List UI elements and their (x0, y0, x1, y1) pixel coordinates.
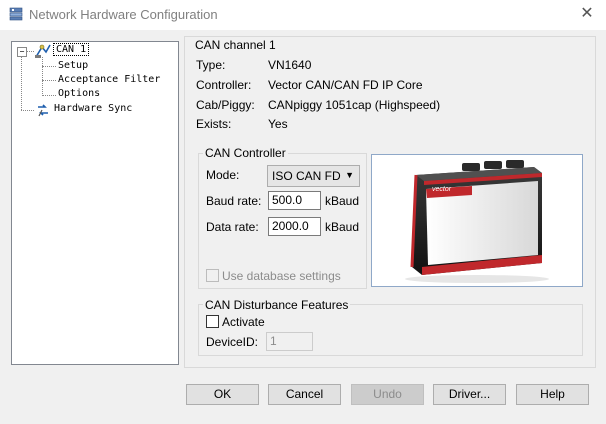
driver-button[interactable]: Driver... (433, 384, 506, 405)
type-value: VN1640 (268, 58, 312, 72)
activate-label: Activate (222, 315, 265, 329)
use-database-label: Use database settings (222, 269, 341, 283)
baud-rate-label: Baud rate: (206, 194, 262, 208)
help-button[interactable]: Help (516, 384, 589, 405)
disturbance-title: CAN Disturbance Features (203, 298, 351, 312)
baud-rate-unit: kBaud (325, 194, 360, 208)
type-label: Type: (196, 58, 226, 72)
mode-select-value: ISO CAN FD (272, 169, 341, 183)
tree-item-options[interactable]: Options (58, 88, 100, 99)
tree-connector (42, 66, 56, 67)
tree-connector (21, 110, 34, 111)
tree-connector (42, 80, 56, 81)
window-title: Network Hardware Configuration (29, 7, 218, 22)
controller-value: Vector CAN/CAN FD IP Core (268, 78, 423, 92)
title-bar: Network Hardware Configuration ✕ (0, 0, 606, 30)
can-controller-title: CAN Controller (203, 146, 288, 160)
mode-label: Mode: (206, 168, 240, 182)
data-rate-label: Data rate: (206, 220, 259, 234)
mode-select[interactable]: ISO CAN FD ▼ (267, 165, 360, 187)
chevron-down-icon: ▼ (345, 170, 354, 180)
sync-icon (38, 104, 48, 117)
exists-label: Exists: (196, 117, 232, 131)
activate-checkbox[interactable] (206, 315, 219, 328)
cab-piggy-label: Cab/Piggy: (196, 98, 255, 112)
vn1640-device-icon (405, 160, 549, 283)
close-icon[interactable]: ✕ (574, 3, 600, 25)
undo-button[interactable]: Undo (351, 384, 424, 405)
controller-label: Controller: (196, 78, 252, 92)
data-rate-unit: kBaud (325, 220, 360, 234)
dialog-window: Network Hardware Configuration ✕ − CAN 1… (0, 0, 606, 424)
collapse-toggle[interactable]: − (17, 47, 27, 57)
cancel-button[interactable]: Cancel (268, 384, 341, 405)
tree-connector (42, 57, 43, 96)
baud-rate-input[interactable]: 500.0 (268, 191, 321, 210)
data-rate-input[interactable]: 2000.0 (268, 217, 321, 236)
tree-item-can1[interactable]: CAN 1 (52, 43, 90, 56)
use-database-checkbox[interactable] (206, 269, 219, 282)
device-id-input[interactable]: 1 (266, 332, 313, 351)
device-id-label: DeviceID: (206, 335, 259, 349)
tree-connector (26, 51, 34, 52)
can-channel-icon (35, 44, 51, 58)
network-hardware-icon (9, 7, 23, 21)
device-brand-label: vector (432, 186, 452, 193)
channel-tree[interactable]: − CAN 1 Setup Acceptance Filter Options … (11, 41, 179, 365)
tree-item-label: CAN 1 (52, 43, 90, 56)
tree-item-setup[interactable]: Setup (58, 60, 88, 71)
cab-piggy-value: CANpiggy 1051cap (Highspeed) (268, 98, 441, 112)
channel-group-title: CAN channel 1 (193, 38, 278, 52)
tree-item-acceptance-filter[interactable]: Acceptance Filter (58, 74, 160, 85)
tree-connector (21, 56, 22, 110)
tree-connector (42, 95, 56, 96)
ok-button[interactable]: OK (186, 384, 259, 405)
tree-item-hardware-sync[interactable]: Hardware Sync (54, 103, 132, 114)
exists-value: Yes (268, 117, 288, 131)
device-image: vector (371, 154, 583, 287)
